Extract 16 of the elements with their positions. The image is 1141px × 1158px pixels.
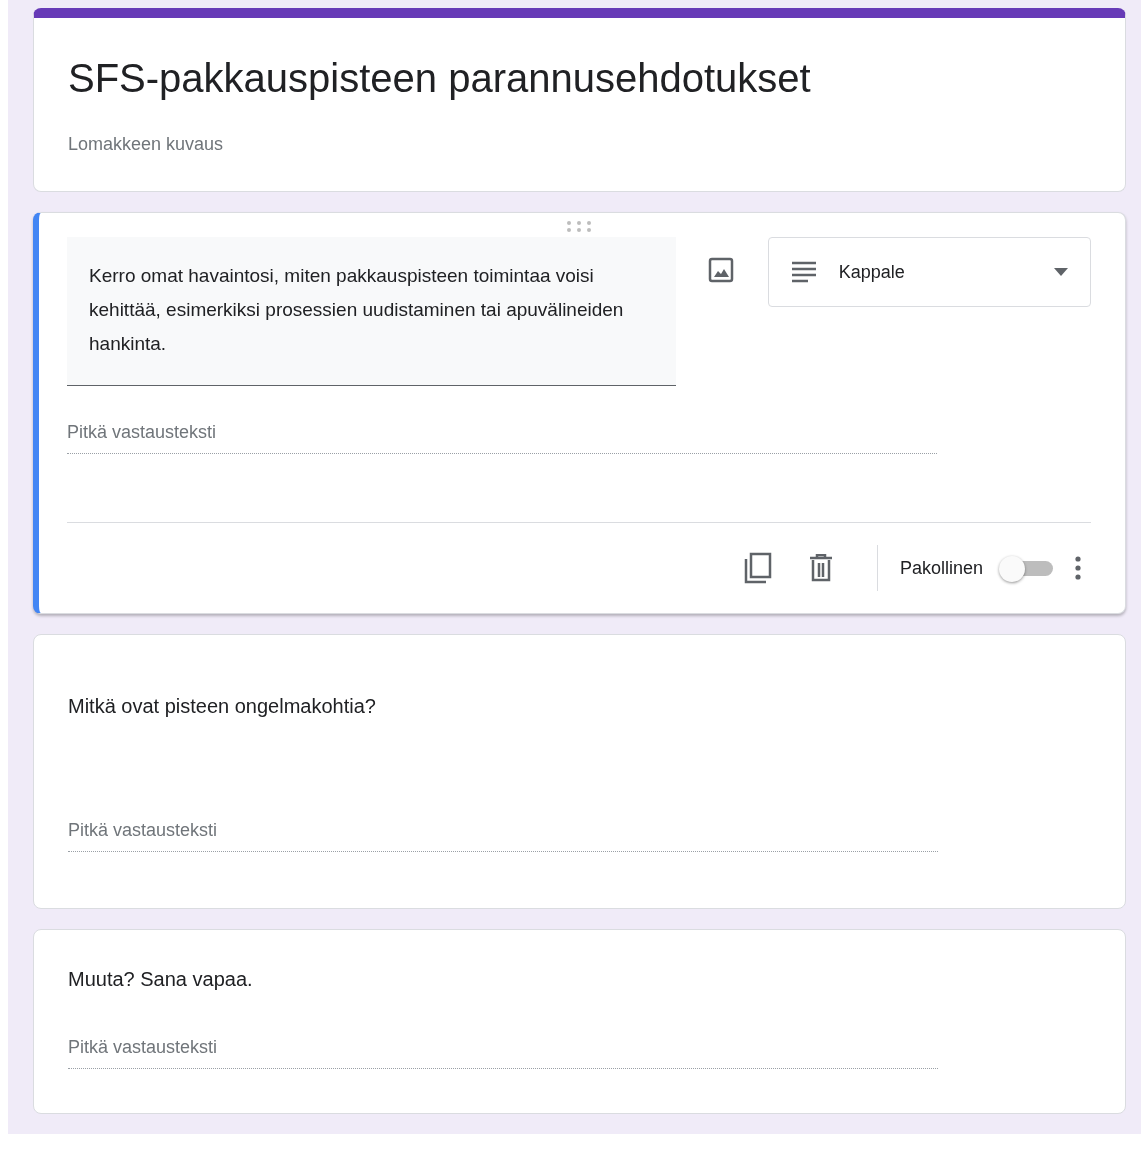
required-label: Pakollinen bbox=[899, 557, 983, 579]
answer-field[interactable]: Pitkä vastausteksti bbox=[68, 1029, 938, 1069]
question-text: Muuta? Sana vapaa. bbox=[68, 968, 254, 991]
paragraph-icon bbox=[790, 261, 817, 283]
caret-icon bbox=[1054, 268, 1068, 276]
question-field[interactable]: Kerro omat havaintosi, miten pakkauspisteen toimintaa voisi kehittää, esimerkiksi prosessien uudistaminen tai apuvälineiden hankinta. bbox=[67, 237, 676, 386]
form-description[interactable]: Lomakkeen kuvaus bbox=[68, 134, 1091, 155]
question-card[interactable]: Muuta? Sana vapaa. Pitkä vastausteksti bbox=[33, 929, 1126, 1114]
answer-field[interactable]: Pitkä vastausteksti bbox=[67, 414, 937, 454]
drag-handle-icon[interactable] bbox=[567, 221, 591, 233]
answer-field[interactable]: Pitkä vastausteksti bbox=[68, 812, 938, 852]
required-toggle[interactable] bbox=[999, 556, 1053, 580]
question-card[interactable]: Mitkä ovat pisteen ongelmakohtia? Pitkä vastausteksti bbox=[33, 634, 1126, 909]
question-type-dropdown[interactable]: Kappale bbox=[767, 237, 1091, 307]
form-title[interactable]: SFS-pakkauspisteen parannusehdotukset bbox=[68, 52, 1091, 104]
question-text: Mitkä ovat pisteen ongelmakohtia? bbox=[68, 695, 377, 718]
